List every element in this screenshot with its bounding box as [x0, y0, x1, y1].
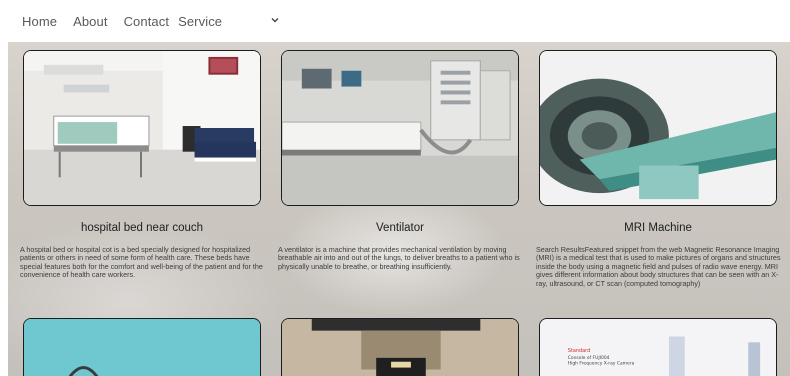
- nav-home-link[interactable]: Home: [22, 14, 57, 29]
- xray-unit-image[interactable]: Standard Console of FUJI004 High Frequen…: [539, 318, 777, 376]
- card-description: A hospital bed or hospital cot is a bed …: [20, 245, 263, 280]
- product-gallery: hospital bed near couch A hospital bed o…: [8, 42, 790, 376]
- card-description: A ventilator is a machine that provides …: [278, 245, 520, 271]
- top-navbar: Home About Contact Service: [0, 0, 790, 42]
- card-description: Search ResultsFeatured snippet from the …: [536, 245, 781, 288]
- ventilator-image[interactable]: [281, 50, 519, 206]
- card-title: hospital bed near couch: [80, 222, 204, 234]
- nav-about-link[interactable]: About: [73, 14, 107, 29]
- nav-service-dropdown[interactable]: Service: [178, 14, 280, 29]
- stethoscope-image[interactable]: [23, 318, 261, 376]
- xray-caption-1: Standard: [568, 348, 590, 354]
- xray-caption-2: Console of FUJI004: [568, 355, 610, 361]
- hospital-bed-image[interactable]: [23, 50, 261, 206]
- chevron-down-icon: [271, 18, 279, 23]
- card-title: MRI Machine: [624, 222, 692, 234]
- nav-service-label: Service: [178, 13, 223, 29]
- equipment-image[interactable]: [281, 318, 519, 376]
- card-title: Ventilator: [376, 222, 424, 234]
- xray-caption-3: High Frequency X-ray Camera: [568, 361, 635, 367]
- mri-machine-image[interactable]: [539, 50, 777, 206]
- nav-contact-link[interactable]: Contact: [124, 14, 170, 29]
